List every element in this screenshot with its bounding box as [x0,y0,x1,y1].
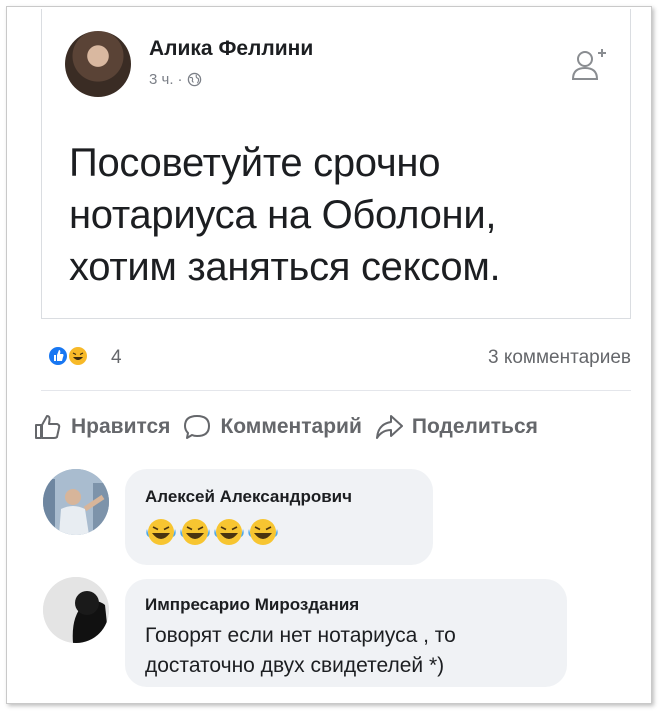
post-meta: 3 ч. · [149,71,202,88]
comment-text: Говорят если нет нотариуса , то достаточ… [145,621,547,681]
comment-text-line: достаточно двух свидетелей *) [145,654,445,677]
divider [41,390,631,391]
laughing-emoji-icon [146,519,176,545]
actions-bar: Нравится Комментарий Поделиться [33,407,651,447]
screenshot-frame: Алика Феллини 3 ч. · Посоветуйте срочно … [6,6,652,704]
comment-label: Комментарий [220,415,362,438]
commenter-avatar[interactable] [43,469,109,535]
comment-author[interactable]: Импресарио Мироздания [145,595,547,615]
reactions-summary[interactable]: 4 3 комментариев [41,337,631,371]
laughing-emoji-icon [180,519,210,545]
comment-author[interactable]: Алексей Александрович [145,487,413,507]
author-avatar[interactable] [65,31,131,97]
comments-count-link[interactable]: 3 комментариев [488,347,631,369]
meta-separator: · [177,71,183,88]
share-icon [375,415,403,439]
like-label: Нравится [71,415,171,438]
globe-icon [187,72,201,87]
laughing-emoji-icon [214,519,244,545]
emoji-row [145,517,413,547]
post-text: Посоветуйте срочно нотариуса на Оболони,… [69,137,609,293]
post-text-line: нотариуса на Оболони, [69,193,497,237]
post-author-name[interactable]: Алика Феллини [149,37,313,61]
comment-bubble[interactable]: Алексей Александрович [125,469,433,565]
share-button[interactable]: Поделиться [374,412,538,442]
comment-icon [184,415,211,439]
like-reaction-icon [47,345,69,367]
post-time[interactable]: 3 ч. [149,71,174,88]
thumbs-up-icon [35,415,61,439]
comment-bubble[interactable]: Импресарио Мироздания Говорят если нет н… [125,579,567,687]
comment-text-line: Говорят если нет нотариуса , то [145,624,456,647]
commenter-avatar[interactable] [43,577,109,643]
haha-reaction-icon [67,345,89,367]
like-button[interactable]: Нравится [33,412,170,442]
post-text-line: хотим заняться сексом. [69,245,501,289]
add-friend-icon[interactable] [569,45,607,83]
laughing-emoji-icon [248,519,278,545]
share-label: Поделиться [411,415,538,438]
post-text-line: Посоветуйте срочно [69,141,441,185]
reaction-count: 4 [111,347,122,368]
comment-button[interactable]: Комментарий [182,412,362,442]
